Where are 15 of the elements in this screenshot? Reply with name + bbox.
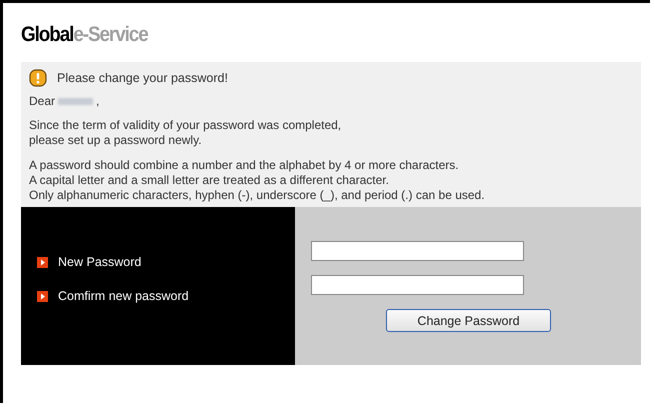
notice-paragraph: Since the term of validity of your password was completed, please set up a password newly. [29,118,342,148]
change-password-button[interactable]: Change Password [386,309,551,332]
warning-icon [29,69,47,87]
field-label: New Password [58,255,142,269]
password-field[interactable] [311,241,524,261]
notice-paragraph: A password should combine a number and the alphabet by 4 or more characters. A capital letter and a small letter are treated as a different character. Only alphanumeric characters, hyphen (-), underscore (_), and period (.) can be used. [29,158,486,203]
bullet-icon [37,290,48,302]
logo: Globale-Service [21,23,148,47]
field-label: Comfirm new password [58,289,189,303]
redacted-name [58,98,94,104]
password-field[interactable] [311,275,524,295]
bullet-icon [37,256,48,268]
notice-title: Please change your password! [57,71,228,85]
greeting-comma: , [96,94,100,108]
greeting: Dear [29,94,56,108]
